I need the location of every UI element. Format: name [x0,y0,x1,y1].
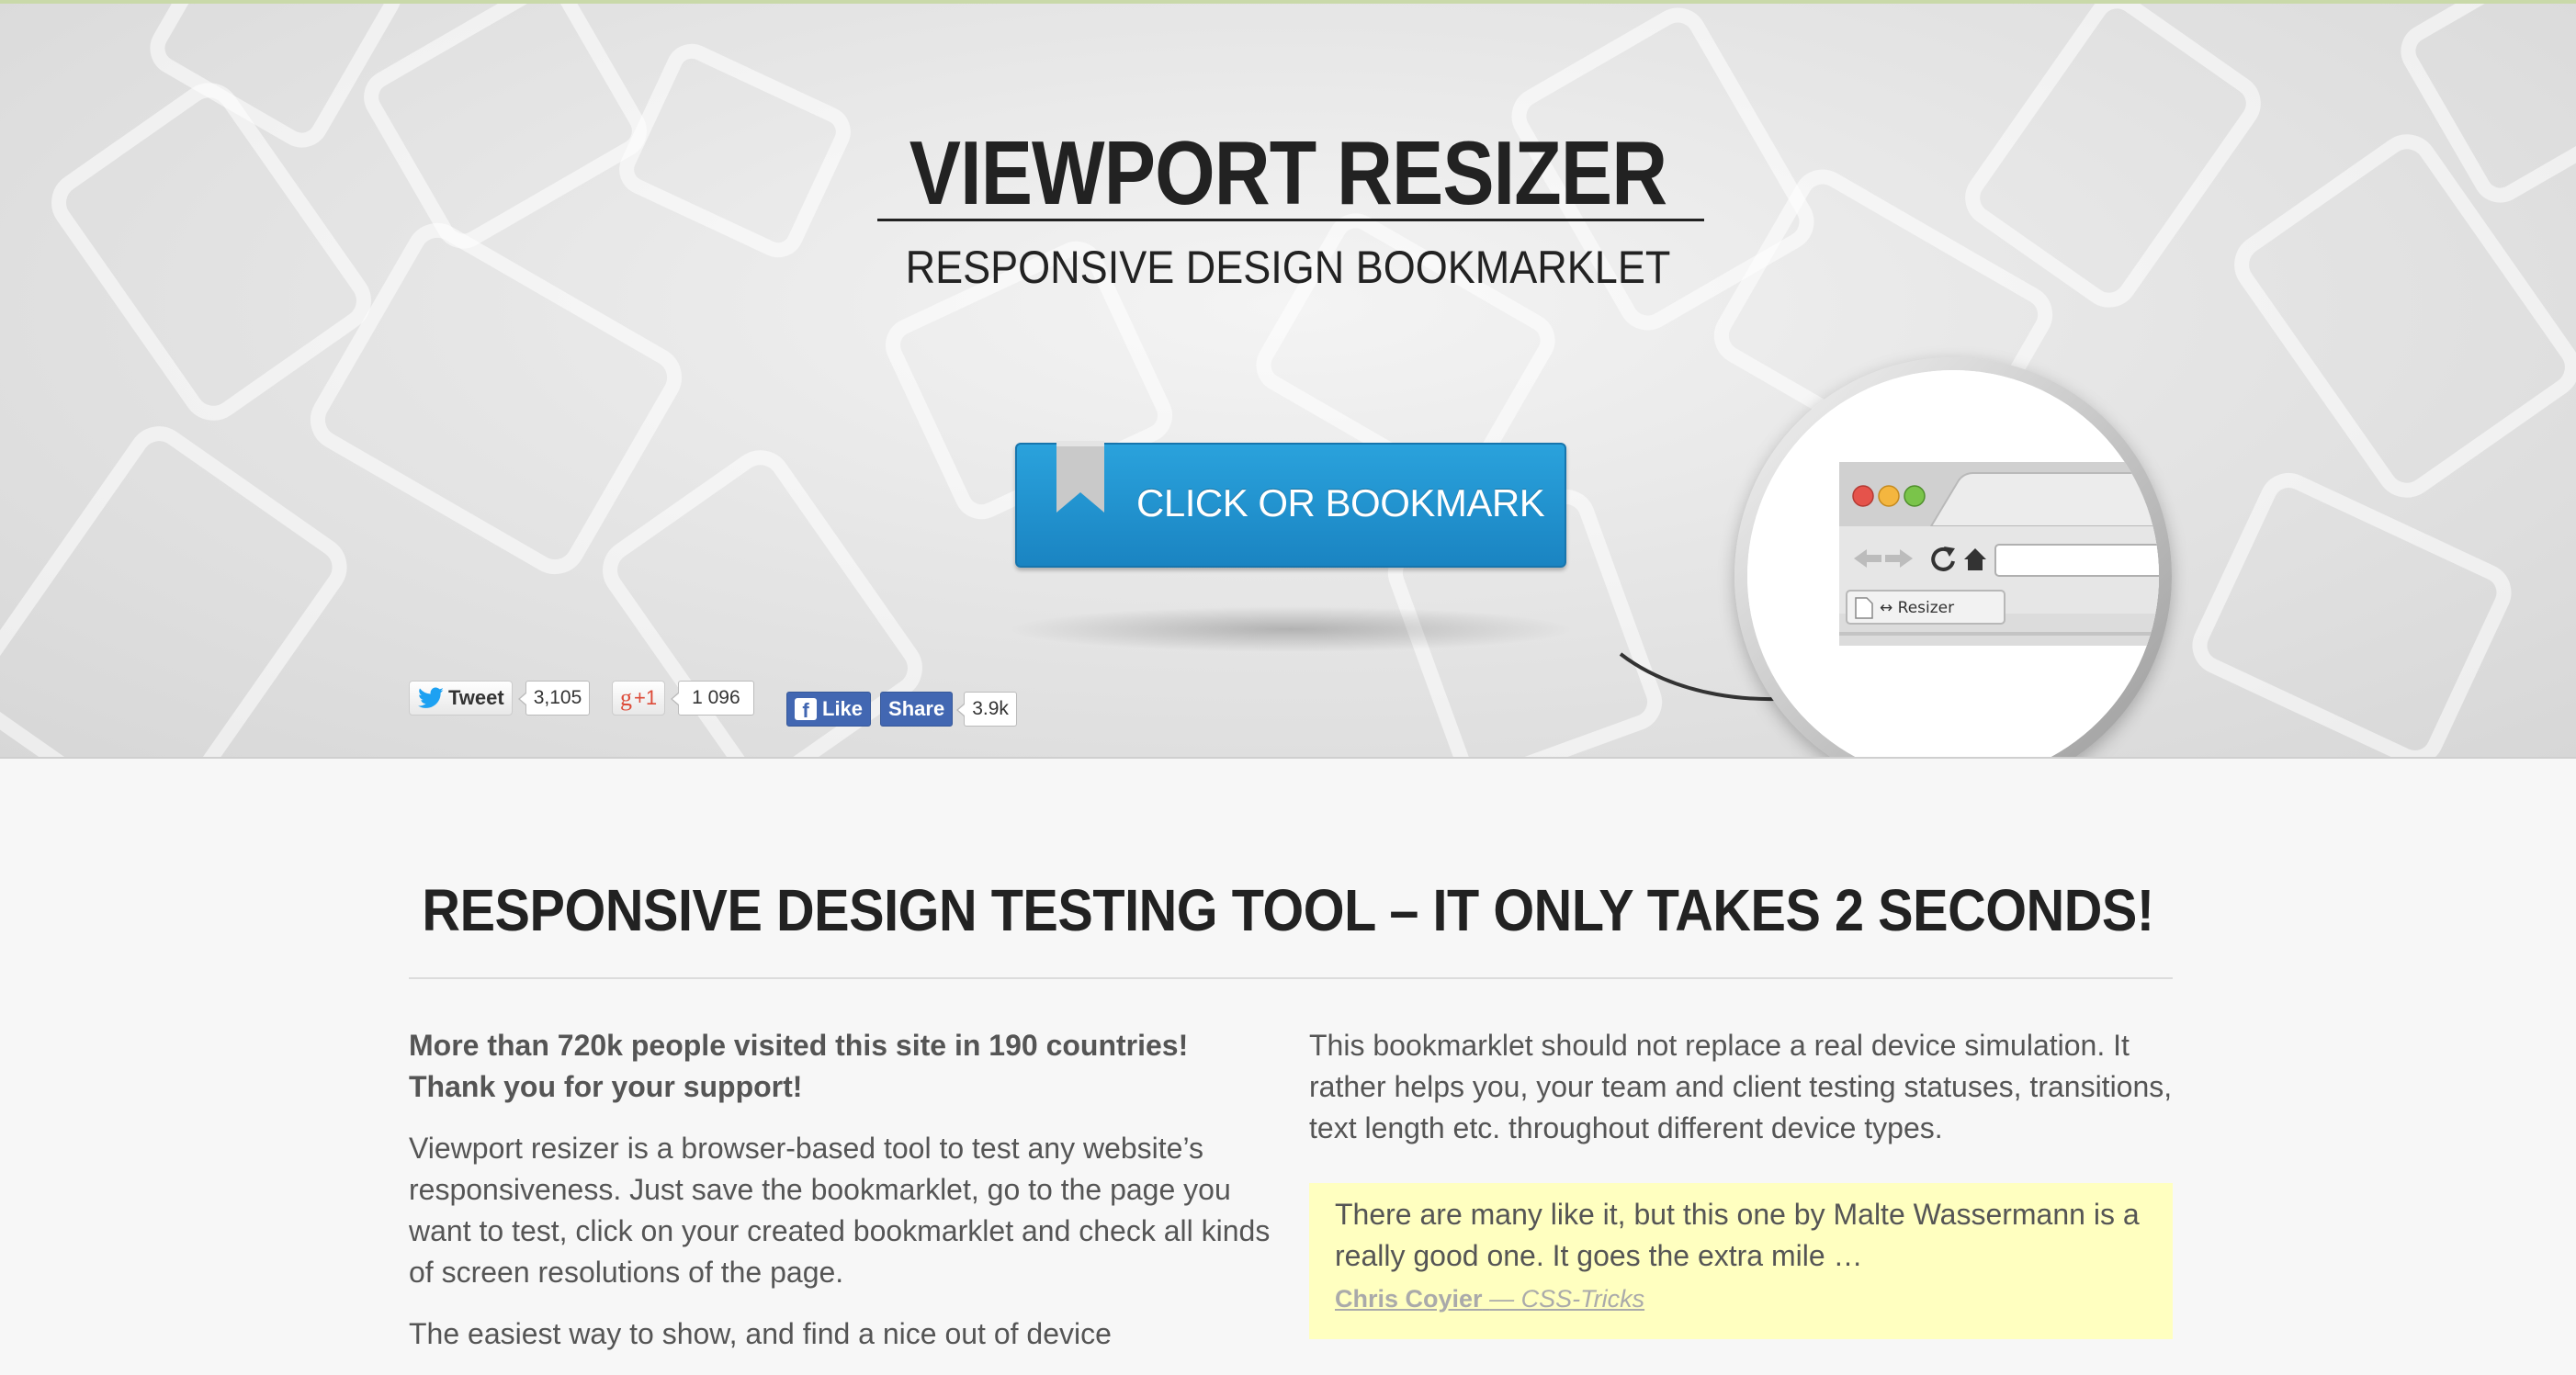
visitor-stat-text: More than 720k people visited this site … [409,1029,1189,1062]
magnifier-lens: ↔ Resizer [1747,370,2159,757]
click-or-bookmark-button[interactable]: CLICK OR BOOKMARK [1015,441,1566,568]
gplus-count: 1 096 [671,681,754,716]
quote-text: There are many like it, but this one by … [1335,1198,2140,1272]
testimonial-quote: There are many like it, but this one by … [1309,1183,2173,1339]
quote-author: Chris Coyier [1335,1285,1483,1313]
page-subtitle: RESPONSIVE DESIGN BOOKMARKLET [905,242,1671,293]
gplus-label: +1 [634,686,658,709]
gplus-button[interactable]: g +1 [612,681,666,716]
browser-mock-illustration: ↔ Resizer [1747,370,2159,757]
intro-paragraph: Viewport resizer is a browser-based tool… [409,1132,1271,1289]
main-content: RESPONSIVE DESIGN TESTING TOOL – IT ONLY… [0,759,2576,1350]
right-column: This bookmarklet should not replace a re… [1309,1025,2177,1169]
facebook-f-icon: f [795,698,817,722]
disclaimer-paragraph: This bookmarklet should not replace a re… [1309,1029,2173,1144]
title-divider [877,219,1704,221]
tweet-widget: Tweet 3,105 [409,680,591,716]
quote-source: — CSS-Tricks [1489,1285,1645,1313]
facebook-like-button[interactable]: f Like [786,692,872,727]
quote-author-link[interactable]: Chris Coyier — CSS-Tricks [1335,1285,1644,1313]
gplus-g-icon: g [620,684,632,711]
facebook-share-button[interactable]: Share [880,692,954,727]
gplus-widget: g +1 1 096 [612,680,754,716]
facebook-like-label: Like [822,697,864,720]
facebook-share-label: Share [888,697,945,720]
thank-you-text: Thank you for your support! [409,1070,803,1103]
section-heading: RESPONSIVE DESIGN TESTING TOOL – IT ONLY… [422,877,2154,943]
tweet-count: 3,105 [517,681,591,716]
cta-label: CLICK OR BOOKMARK [1136,481,1545,524]
twitter-bird-icon [418,687,444,708]
hero-banner: VIEWPORT RESIZER RESPONSIVE DESIGN BOOKM… [0,4,2576,759]
second-paragraph: The easiest way to show, and find a nice… [409,1317,1112,1350]
heading-divider [409,977,2173,979]
cta-shadow [1006,606,1576,652]
page-title: VIEWPORT RESIZER [909,122,1667,223]
facebook-count: 3.9k [956,692,1017,727]
tweet-label: Tweet [448,686,504,709]
bookmark-resizer-label: ↔ Resizer [1880,599,1954,617]
facebook-widget: f Like Share 3.9k [786,691,1017,727]
left-column: More than 720k people visited this site … [409,1025,1282,1375]
bookmark-ribbon-icon [1056,441,1104,513]
tweet-button[interactable]: Tweet [409,681,513,716]
